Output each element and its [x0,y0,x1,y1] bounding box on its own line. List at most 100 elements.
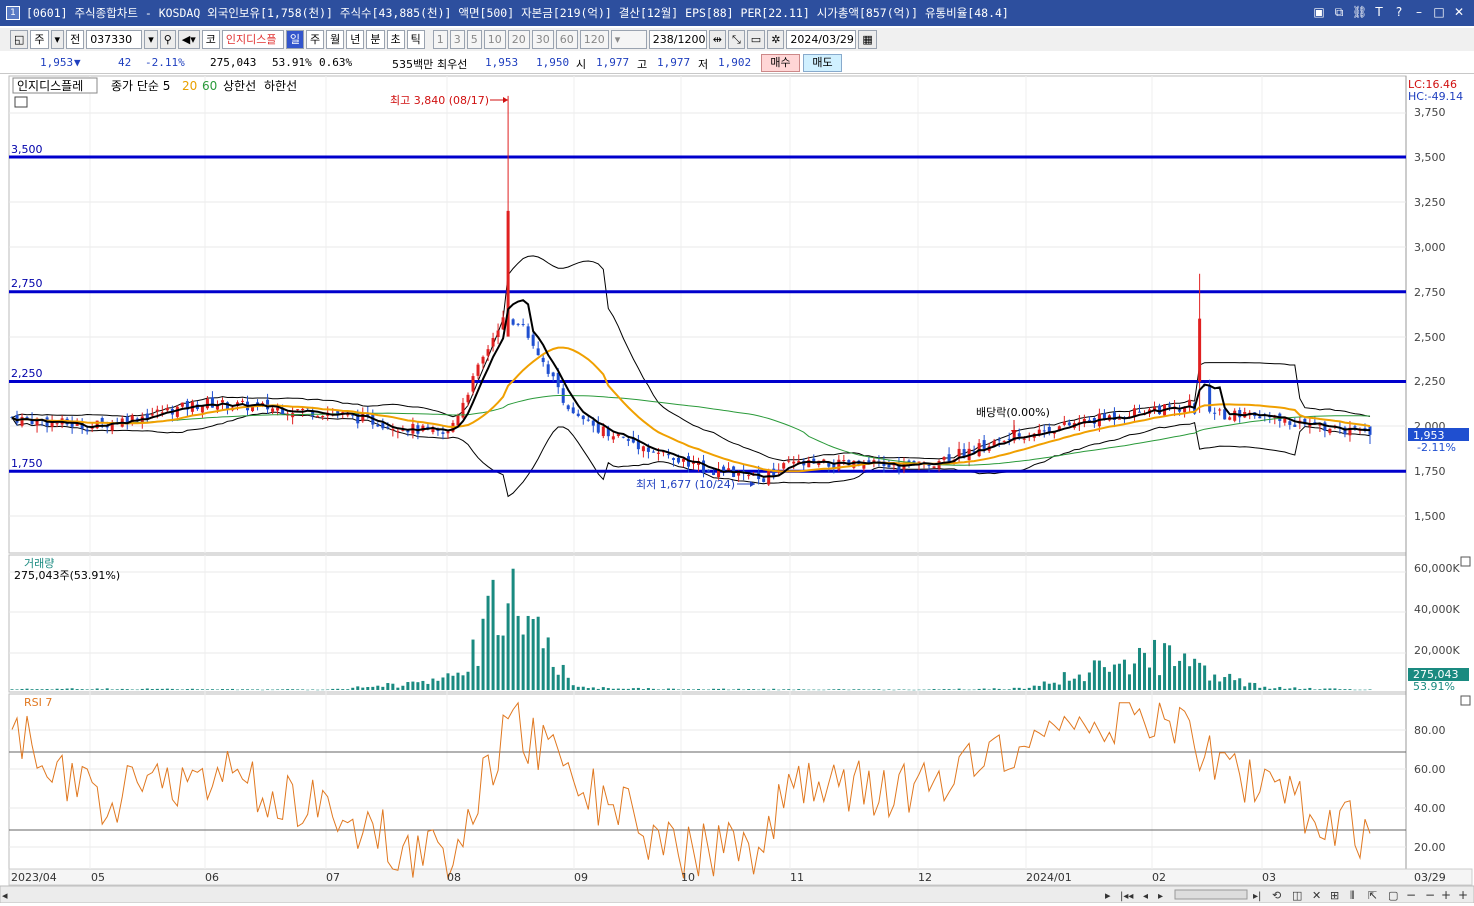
chart-area[interactable]: 인지디스플레 종가 단순 5 20 60 상한선 하한선 최고 3,840 (0… [0,74,1474,904]
volume-bar [416,682,420,690]
bars-icon[interactable]: ⫴ [1350,889,1355,902]
interval-custom-input[interactable]: ▾ [610,30,647,49]
volume-bar [1288,688,1292,690]
scroll-left-icon[interactable]: ◂ [2,889,8,902]
cross-icon[interactable]: ✕ [1312,889,1321,902]
volume-bar [1308,687,1312,690]
volume-bar [451,675,455,690]
scroll-icon[interactable]: ⇹ [708,30,726,49]
candle-body [932,466,936,469]
volume-bar [90,689,94,690]
type-select[interactable]: 주 [30,30,49,49]
volume-info: 275,043주(53.91%) [14,569,120,582]
sound-icon[interactable]: ◀▾ [177,30,200,49]
prev-button[interactable]: 전 [66,30,85,49]
zoom-icon[interactable]: ⤡ [727,30,745,49]
scroll-right-icon[interactable]: ▸ [1105,889,1111,902]
volume-bar [1343,689,1347,690]
gear-icon[interactable]: ✲ [767,30,785,49]
interval-3[interactable]: 3 [449,30,465,49]
buy-button[interactable]: 매수 [761,54,800,72]
volume-bar [1278,686,1282,690]
period-minute[interactable]: 분 [366,30,385,49]
sell-button[interactable]: 매도 [803,54,842,72]
period-tick[interactable]: 틱 [406,30,425,49]
restore-icon[interactable]: ⧉ [1332,4,1346,20]
candle-body [671,458,675,460]
rsi-title: RSI 7 [24,696,52,709]
minimize-icon[interactable]: – [1412,4,1426,20]
volume-bar [20,688,24,690]
interval-30[interactable]: 30 [531,30,554,49]
candle-body [571,407,575,414]
grid-icon[interactable]: ⊞ [1330,889,1339,902]
candle-body [1178,409,1182,412]
zoom-in-icon[interactable]: + [1441,888,1451,902]
stock-code-input[interactable]: 037330 [86,30,143,49]
volume-bar [962,689,966,691]
first-icon[interactable]: |◂◂ [1120,891,1133,902]
candle-body [441,432,445,434]
chart-svg[interactable]: 인지디스플레 종가 단순 5 20 60 상한선 하한선 최고 3,840 (0… [0,74,1474,904]
interval-60[interactable]: 60 [555,30,578,49]
zoom-in-large-icon[interactable]: + [1458,888,1468,902]
volume-bar [1268,688,1272,690]
menu-icon[interactable]: ◱ [10,30,29,49]
font-icon[interactable]: T [1372,4,1386,20]
period-year[interactable]: 년 [346,30,365,49]
volume-bar [1067,680,1071,690]
volume-bar [376,685,380,690]
box-icon[interactable]: ▢ [1388,889,1398,902]
period-week[interactable]: 주 [306,30,325,49]
volume-bar [1223,677,1227,690]
candle-body [581,415,585,420]
period-day[interactable]: 일 [285,30,305,49]
layout-icon[interactable]: ▣ [1312,4,1326,20]
table-icon[interactable] [14,96,28,108]
zoom-out-small-icon[interactable]: − [1425,888,1435,902]
date-input[interactable]: 2024/03/29 [786,30,857,49]
quote-change-pct: -2.11% [145,56,185,69]
help-icon[interactable]: ? [1392,4,1406,20]
volume-bar [737,688,741,690]
prev-icon[interactable]: ◂ [1143,891,1148,902]
chevron-down-icon[interactable]: ▾ [50,30,65,49]
period-second[interactable]: 초 [386,30,405,49]
calendar-icon[interactable]: ▦ [858,30,877,49]
candle-body [616,434,620,436]
volume-bar [100,689,104,690]
volume-bar [1047,683,1051,690]
reset-icon[interactable]: ⟲ [1272,889,1281,902]
volume-bar [1323,688,1327,690]
volume-bar [1173,666,1177,690]
volume-bar [1263,686,1267,690]
next-icon[interactable]: ▸ [1158,891,1163,902]
volume-bar [1062,672,1066,690]
scroll-thumb[interactable] [1174,889,1248,900]
volume-bar [932,689,936,690]
interval-20[interactable]: 20 [507,30,530,49]
save-icon[interactable]: ▭ [746,30,766,49]
interval-5[interactable]: 5 [466,30,482,49]
fit-icon[interactable]: ◫ [1292,889,1302,902]
candle-body [782,463,786,469]
interval-10[interactable]: 10 [483,30,506,49]
panel-collapse-icon[interactable] [1460,556,1471,567]
close-icon[interactable]: ✕ [1452,4,1466,20]
volume-bar [1338,689,1342,690]
interval-120[interactable]: 120 [579,30,609,49]
pointer-icon[interactable]: ⇱ [1368,889,1377,902]
search-icon[interactable]: ⚲ [159,30,176,49]
data-count[interactable]: 238/1200 [648,30,707,49]
zoom-out-icon[interactable]: − [1406,888,1416,902]
panel-collapse-icon[interactable] [1460,695,1471,706]
last-icon[interactable]: ▸| [1253,891,1261,902]
link-icon[interactable]: ⛓ [1352,4,1367,20]
period-month[interactable]: 월 [326,30,345,49]
volume-bar [130,689,134,690]
maximize-icon[interactable]: □ [1432,4,1446,20]
code-dropdown-icon[interactable]: ▾ [144,30,158,49]
candle-body [1002,440,1006,442]
interval-1[interactable]: 1 [432,30,448,49]
volume-bar [1163,643,1167,690]
